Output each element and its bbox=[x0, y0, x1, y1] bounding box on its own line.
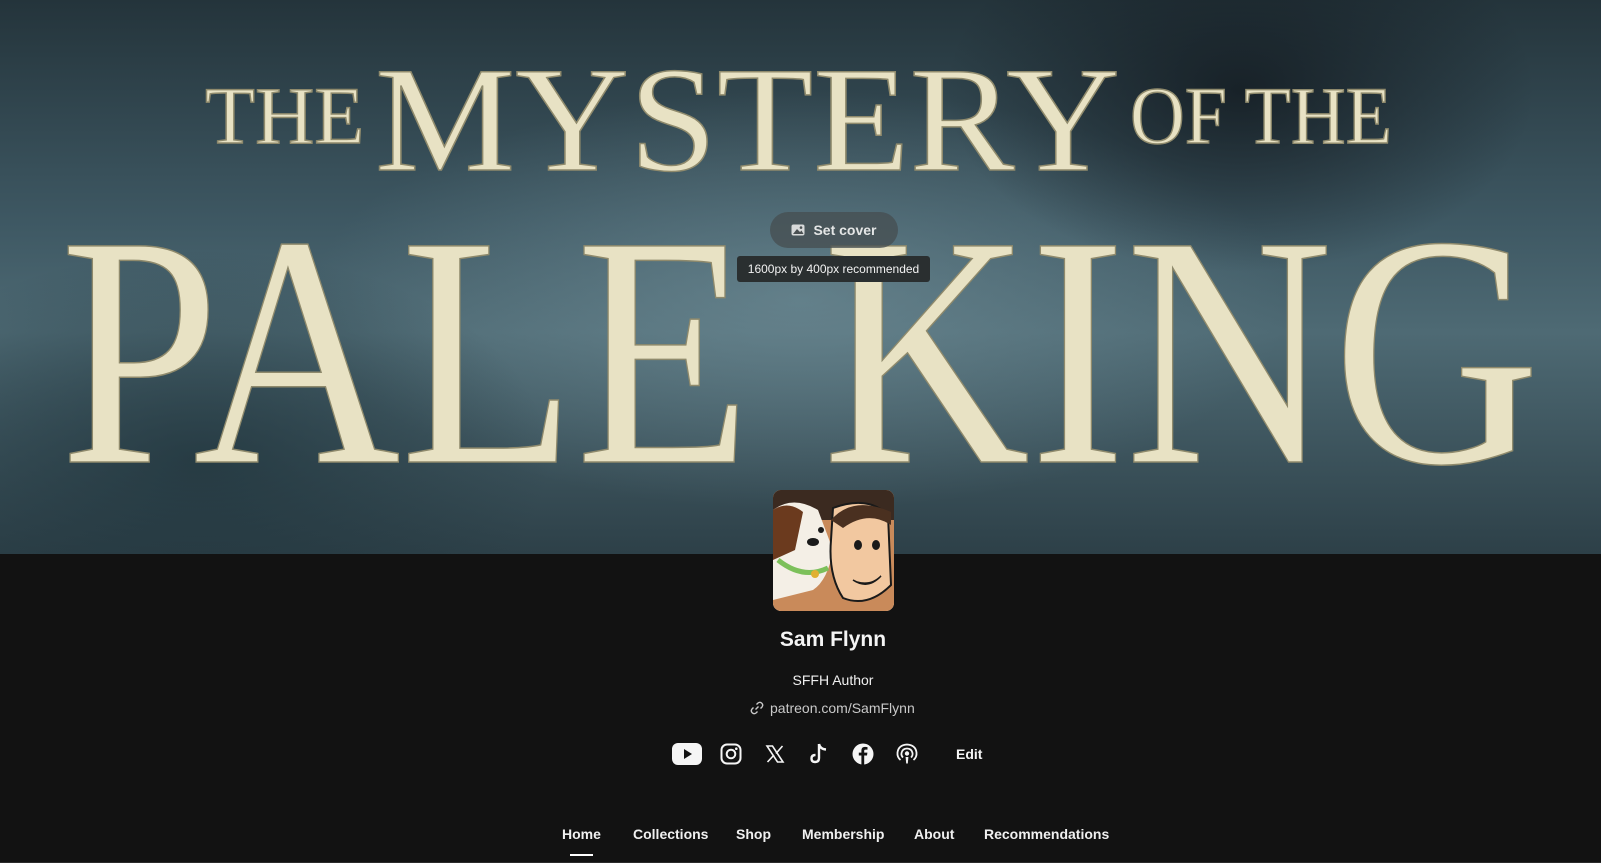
youtube-icon[interactable] bbox=[672, 739, 702, 769]
tab-home[interactable]: Home bbox=[562, 826, 601, 856]
set-cover-button[interactable]: Set cover bbox=[770, 212, 898, 248]
cover-title-of-the: OF THE bbox=[1130, 70, 1392, 161]
cover-size-tooltip: 1600px by 400px recommended bbox=[737, 256, 930, 282]
tab-about[interactable]: About bbox=[914, 826, 954, 842]
cover-title-the: THE bbox=[205, 70, 364, 161]
profile-link[interactable]: patreon.com/SamFlynn bbox=[750, 699, 915, 717]
tiktok-icon[interactable] bbox=[804, 739, 834, 769]
tab-collections[interactable]: Collections bbox=[633, 826, 708, 842]
profile-tagline: SFFH Author bbox=[792, 672, 874, 688]
facebook-icon[interactable] bbox=[848, 739, 878, 769]
link-icon bbox=[750, 701, 764, 715]
podcast-icon[interactable] bbox=[892, 739, 922, 769]
cover-image: THE MYSTERY OF THE PALE KING Set cover 1… bbox=[0, 0, 1601, 554]
x-icon[interactable] bbox=[760, 739, 790, 769]
edit-social-links-button[interactable]: Edit bbox=[956, 746, 982, 762]
avatar[interactable] bbox=[773, 490, 894, 611]
avatar-illustration bbox=[773, 490, 894, 611]
image-icon bbox=[791, 224, 805, 236]
tab-membership[interactable]: Membership bbox=[802, 826, 884, 842]
profile-tabs: Home Collections Shop Membership About R… bbox=[0, 820, 1601, 863]
tab-shop[interactable]: Shop bbox=[736, 826, 771, 842]
profile-name: Sam Flynn bbox=[779, 628, 887, 651]
instagram-icon[interactable] bbox=[716, 739, 746, 769]
tab-recommendations[interactable]: Recommendations bbox=[984, 826, 1109, 842]
social-links: Edit bbox=[672, 739, 982, 769]
profile-link-text: patreon.com/SamFlynn bbox=[770, 700, 915, 716]
set-cover-label: Set cover bbox=[813, 222, 877, 238]
